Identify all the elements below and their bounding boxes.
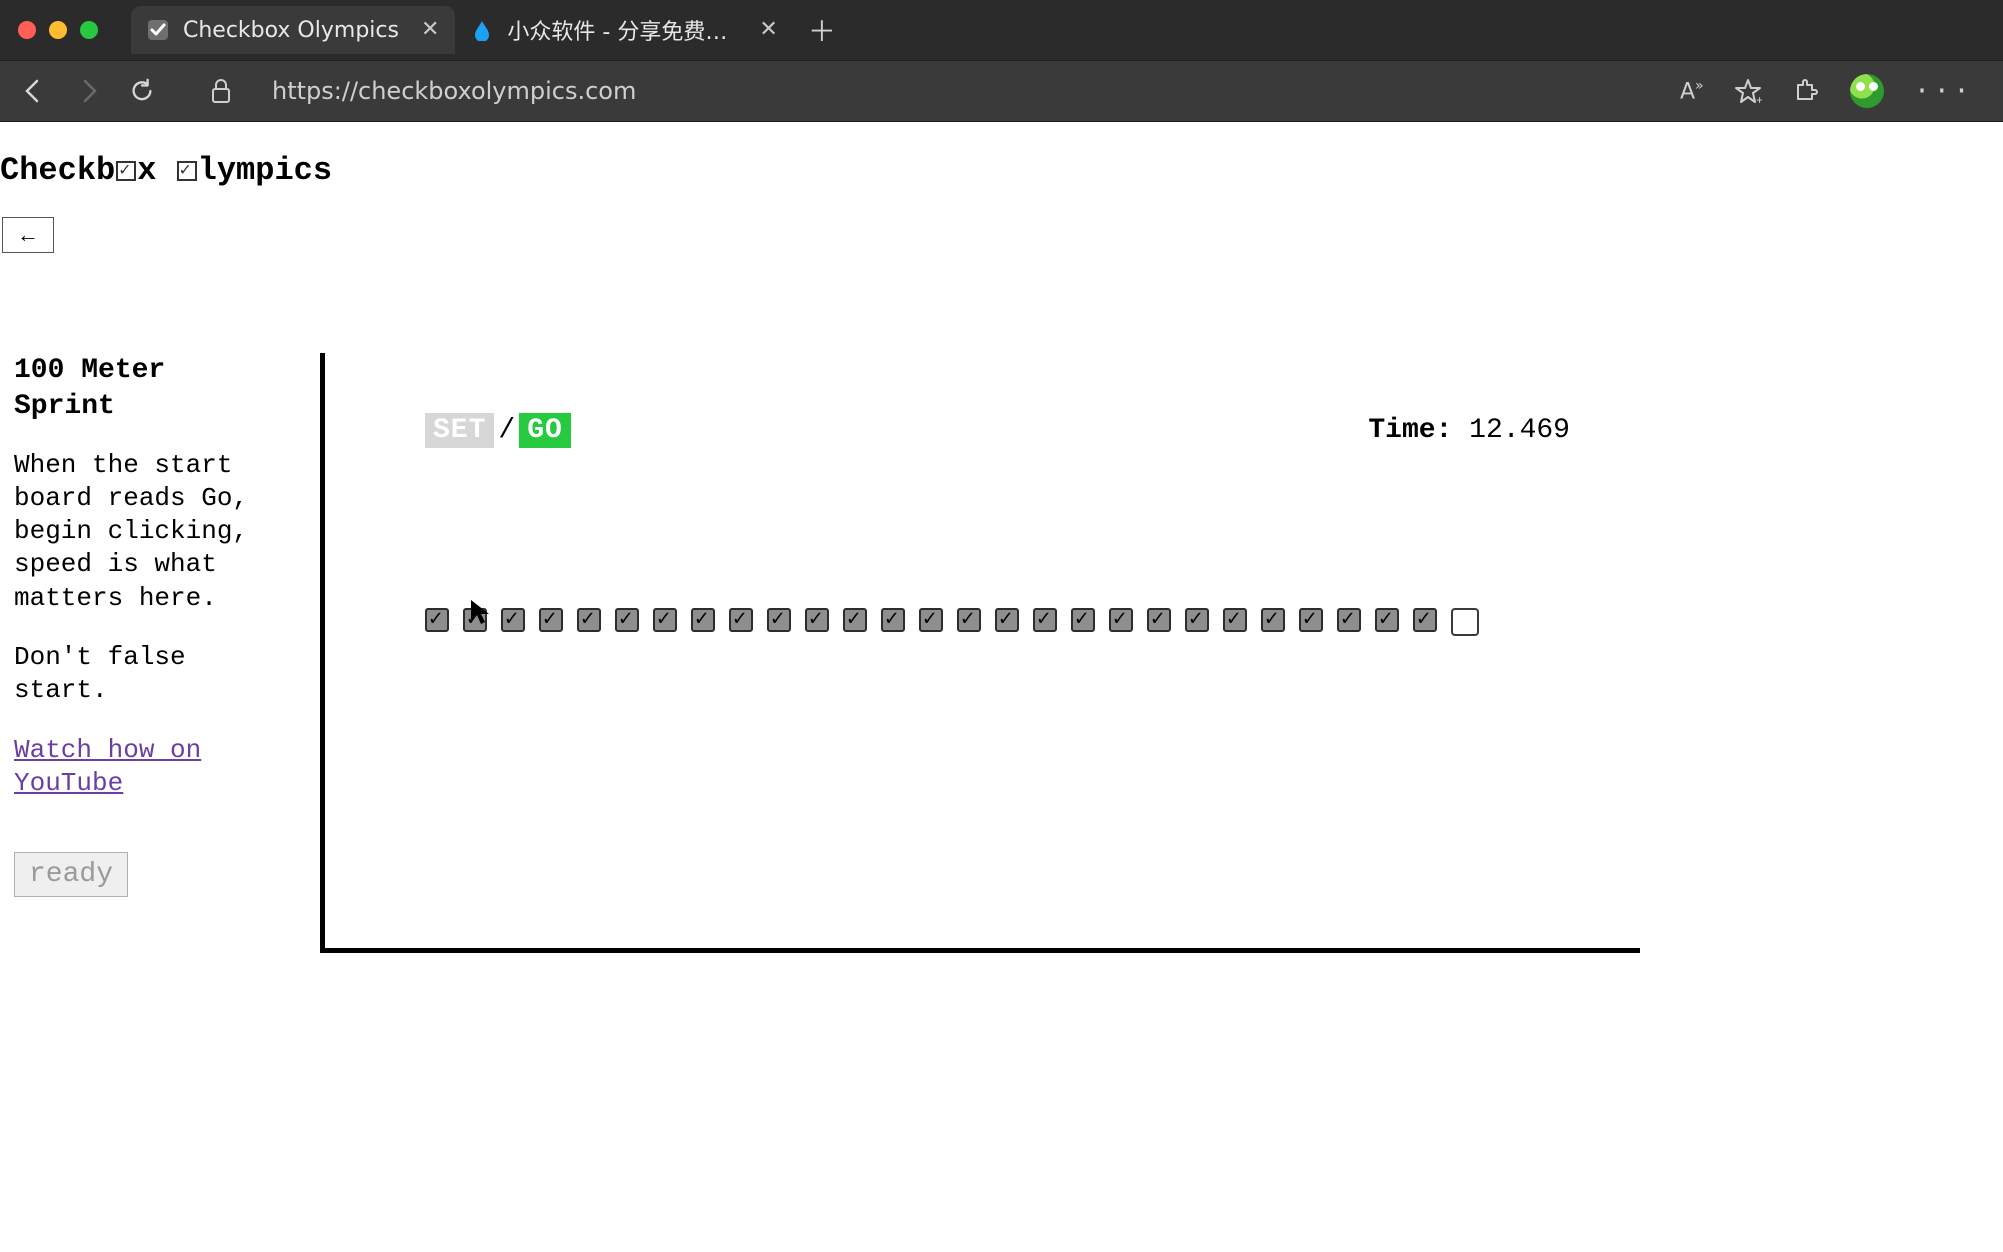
sprint-checkbox[interactable] xyxy=(767,608,791,632)
instructions-para-2: Don't false start. xyxy=(14,641,266,708)
sprint-checkbox[interactable] xyxy=(881,608,905,632)
lock-icon[interactable] xyxy=(210,78,232,104)
tab-strip: Checkbox Olympics ✕ 小众软件 - 分享免费、小巧、实 ✕ ＋ xyxy=(131,6,840,54)
sprint-checkbox[interactable] xyxy=(539,608,563,632)
timer-label: Time: xyxy=(1368,415,1452,446)
sprint-checkbox[interactable] xyxy=(729,608,753,632)
sprint-checkbox[interactable] xyxy=(1109,608,1133,632)
new-tab-button[interactable]: ＋ xyxy=(804,12,840,48)
sprint-checkbox[interactable] xyxy=(1147,608,1171,632)
sprint-checkbox[interactable] xyxy=(1223,608,1247,632)
back-button[interactable]: ← xyxy=(2,217,54,253)
instructions-para-1: When the start board reads Go, begin cli… xyxy=(14,449,266,615)
tab-close-icon[interactable]: ✕ xyxy=(759,19,777,41)
url-text[interactable]: https://checkboxolympics.com xyxy=(272,77,1656,105)
page-title: Checkbx lympics xyxy=(0,152,2003,189)
sprint-checkbox[interactable] xyxy=(1261,608,1285,632)
nav-forward-button[interactable] xyxy=(74,77,102,105)
window-close-button[interactable] xyxy=(18,21,36,39)
title-part: Checkb xyxy=(0,152,115,189)
sprint-checkbox[interactable] xyxy=(995,608,1019,632)
start-board: SET / GO xyxy=(425,413,571,448)
sprint-checkbox[interactable] xyxy=(1071,608,1095,632)
game-heading: 100 Meter Sprint xyxy=(14,353,266,425)
sprint-checkbox[interactable] xyxy=(577,608,601,632)
checkbox-icon xyxy=(177,161,197,181)
sprint-checkbox[interactable] xyxy=(691,608,715,632)
svg-text:+: + xyxy=(1756,94,1762,105)
sprint-checkbox[interactable] xyxy=(1375,608,1399,632)
reload-button[interactable] xyxy=(128,77,156,105)
sprint-checkbox[interactable] xyxy=(1413,608,1437,632)
window-controls xyxy=(18,21,98,39)
game-arena: SET / GO Time: 12.469 xyxy=(320,353,1640,953)
timer: Time: 12.469 xyxy=(1368,415,1570,446)
sprint-checkbox[interactable] xyxy=(501,608,525,632)
set-badge: SET xyxy=(425,413,494,448)
sprint-checkbox[interactable] xyxy=(1451,608,1479,636)
window-maximize-button[interactable] xyxy=(80,21,98,39)
tab-title: 小众软件 - 分享免费、小巧、实 xyxy=(507,14,737,46)
sprint-checkbox[interactable] xyxy=(919,608,943,632)
checkbox-row xyxy=(425,608,1525,636)
go-badge: GO xyxy=(519,413,571,448)
read-aloud-icon[interactable]: A» xyxy=(1680,78,1704,104)
checkbox-grid xyxy=(425,608,1570,636)
tab-title: Checkbox Olympics xyxy=(183,18,399,43)
nav-back-button[interactable] xyxy=(20,77,48,105)
sprint-checkbox[interactable] xyxy=(1033,608,1057,632)
sprint-checkbox[interactable] xyxy=(957,608,981,632)
window-minimize-button[interactable] xyxy=(49,21,67,39)
sprint-checkbox[interactable] xyxy=(425,608,449,632)
browser-chrome: Checkbox Olympics ✕ 小众软件 - 分享免费、小巧、实 ✕ ＋ xyxy=(0,0,2003,122)
extensions-icon[interactable] xyxy=(1792,77,1820,105)
sprint-checkbox[interactable] xyxy=(1337,608,1361,632)
title-part: x xyxy=(137,152,175,189)
sprint-checkbox[interactable] xyxy=(1299,608,1323,632)
tab-appinn[interactable]: 小众软件 - 分享免费、小巧、实 ✕ xyxy=(455,6,793,54)
sprint-checkbox[interactable] xyxy=(805,608,829,632)
address-bar: https://checkboxolympics.com A» + ··· xyxy=(0,60,2003,122)
page-content: Checkbx lympics ← 100 Meter Sprint When … xyxy=(0,122,2003,953)
more-menu-icon[interactable]: ··· xyxy=(1914,76,1973,107)
checkbox-icon xyxy=(116,161,136,181)
sprint-checkbox[interactable] xyxy=(615,608,639,632)
timer-value: 12.469 xyxy=(1469,415,1570,446)
sprint-checkbox[interactable] xyxy=(653,608,677,632)
title-part: lympics xyxy=(198,152,332,189)
sprint-checkbox[interactable] xyxy=(1185,608,1209,632)
youtube-link[interactable]: Watch how on YouTube xyxy=(14,735,201,798)
sidebar: 100 Meter Sprint When the start board re… xyxy=(0,353,280,953)
window-titlebar: Checkbox Olympics ✕ 小众软件 - 分享免费、小巧、实 ✕ ＋ xyxy=(0,0,2003,60)
favorite-icon[interactable]: + xyxy=(1734,77,1762,105)
favicon-checkbox-icon xyxy=(147,19,169,41)
ready-button[interactable]: ready xyxy=(14,852,128,897)
status-row: SET / GO Time: 12.469 xyxy=(425,413,1570,448)
tab-close-icon[interactable]: ✕ xyxy=(421,19,439,41)
profile-avatar[interactable] xyxy=(1850,74,1884,108)
badge-separator: / xyxy=(494,415,519,446)
favicon-droplet-icon xyxy=(471,19,493,41)
sprint-checkbox[interactable] xyxy=(843,608,867,632)
sprint-checkbox[interactable] xyxy=(463,608,487,632)
toolbar-right: A» + ··· xyxy=(1680,74,1973,108)
tab-checkbox-olympics[interactable]: Checkbox Olympics ✕ xyxy=(131,6,455,54)
